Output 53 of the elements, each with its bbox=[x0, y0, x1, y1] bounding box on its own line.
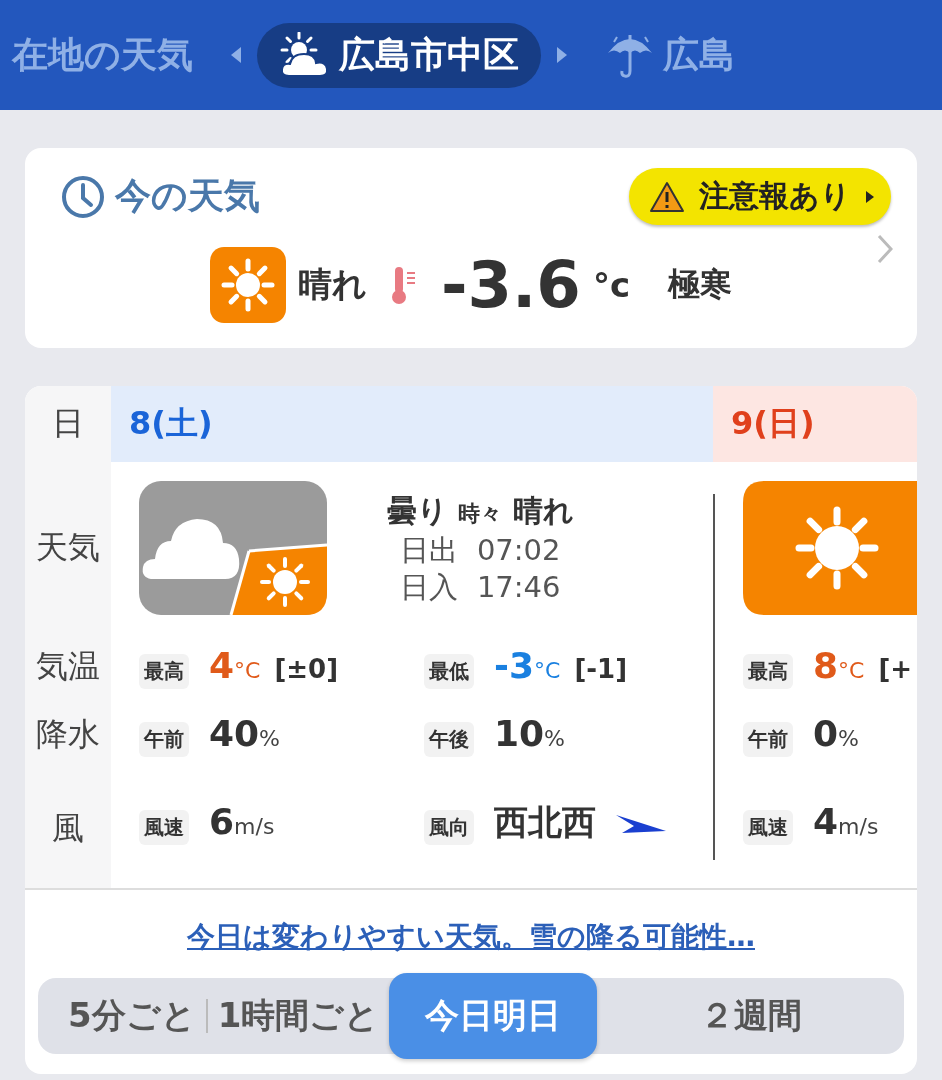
row-label: 風 bbox=[52, 808, 84, 849]
chevron-right-icon bbox=[877, 234, 893, 264]
location-tab[interactable]: 広島市中区 bbox=[257, 22, 541, 88]
field-label: 最高 bbox=[139, 654, 189, 689]
value-text: 4°C bbox=[209, 645, 261, 686]
warning-icon bbox=[649, 180, 685, 213]
condition-text: 晴れ bbox=[297, 263, 367, 306]
value-text: 8°C bbox=[813, 645, 865, 686]
section-title: 今の天気 bbox=[115, 174, 260, 218]
field-label: 風向 bbox=[424, 810, 474, 845]
temperature-diff: [+ bbox=[878, 654, 913, 684]
caret-icon bbox=[555, 46, 569, 64]
value-text: 40% bbox=[209, 713, 280, 754]
row-label: 天気 bbox=[36, 527, 100, 568]
view-tab[interactable]: 1時間ごと bbox=[207, 978, 390, 1054]
value-text: 4m/s bbox=[813, 801, 879, 842]
location-tab[interactable]: 在地の天気 bbox=[0, 22, 215, 88]
field-label: 最高 bbox=[743, 654, 793, 689]
wind-direction: 西北西 bbox=[494, 801, 596, 844]
value-text: -3°C bbox=[494, 645, 561, 686]
caret-icon bbox=[865, 189, 875, 204]
alert-button[interactable]: 注意報あり bbox=[629, 168, 891, 225]
condition-text: 曇り 時々 晴れ bbox=[387, 491, 574, 530]
temperature-unit: °c bbox=[592, 265, 631, 305]
sunrise-text: 日出 07:02 bbox=[400, 531, 561, 569]
value-text: 6m/s bbox=[209, 801, 275, 842]
sunset-text: 日入 17:46 bbox=[400, 568, 561, 606]
date-label: 9(日) bbox=[731, 403, 815, 444]
field-label: 午後 bbox=[424, 722, 474, 757]
temperature-diff: [±0] bbox=[274, 654, 339, 684]
summary-link[interactable]: 今日は変わりやすい天気。雪の降る可能性… bbox=[187, 920, 755, 953]
row-label: 降水 bbox=[36, 714, 100, 755]
temperature-diff: [-1] bbox=[574, 654, 628, 684]
field-label: 風速 bbox=[139, 810, 189, 845]
row-label: 日 bbox=[52, 403, 84, 444]
field-label: 風速 bbox=[743, 810, 793, 845]
row-label: 気温 bbox=[36, 646, 100, 687]
cloud-sun-icon bbox=[139, 481, 327, 615]
view-tab[interactable]: 今日明日 bbox=[389, 973, 598, 1059]
sun-icon bbox=[209, 247, 286, 323]
temperature-value: -3.6 bbox=[440, 248, 581, 322]
value-text: 10% bbox=[494, 713, 565, 754]
caret-icon bbox=[229, 46, 243, 64]
field-label: 午前 bbox=[139, 722, 189, 757]
clock-icon bbox=[61, 174, 105, 219]
feel-text: 極寒 bbox=[668, 264, 733, 305]
date-label: 8(土) bbox=[129, 403, 213, 444]
view-tab[interactable]: 5分ごと bbox=[58, 978, 206, 1054]
field-label: 最低 bbox=[424, 654, 474, 689]
value-text: 0% bbox=[813, 713, 859, 754]
location-tab[interactable]: 広島 bbox=[583, 22, 757, 88]
field-label: 午前 bbox=[743, 722, 793, 757]
view-tab[interactable]: ２週間 bbox=[689, 978, 812, 1054]
